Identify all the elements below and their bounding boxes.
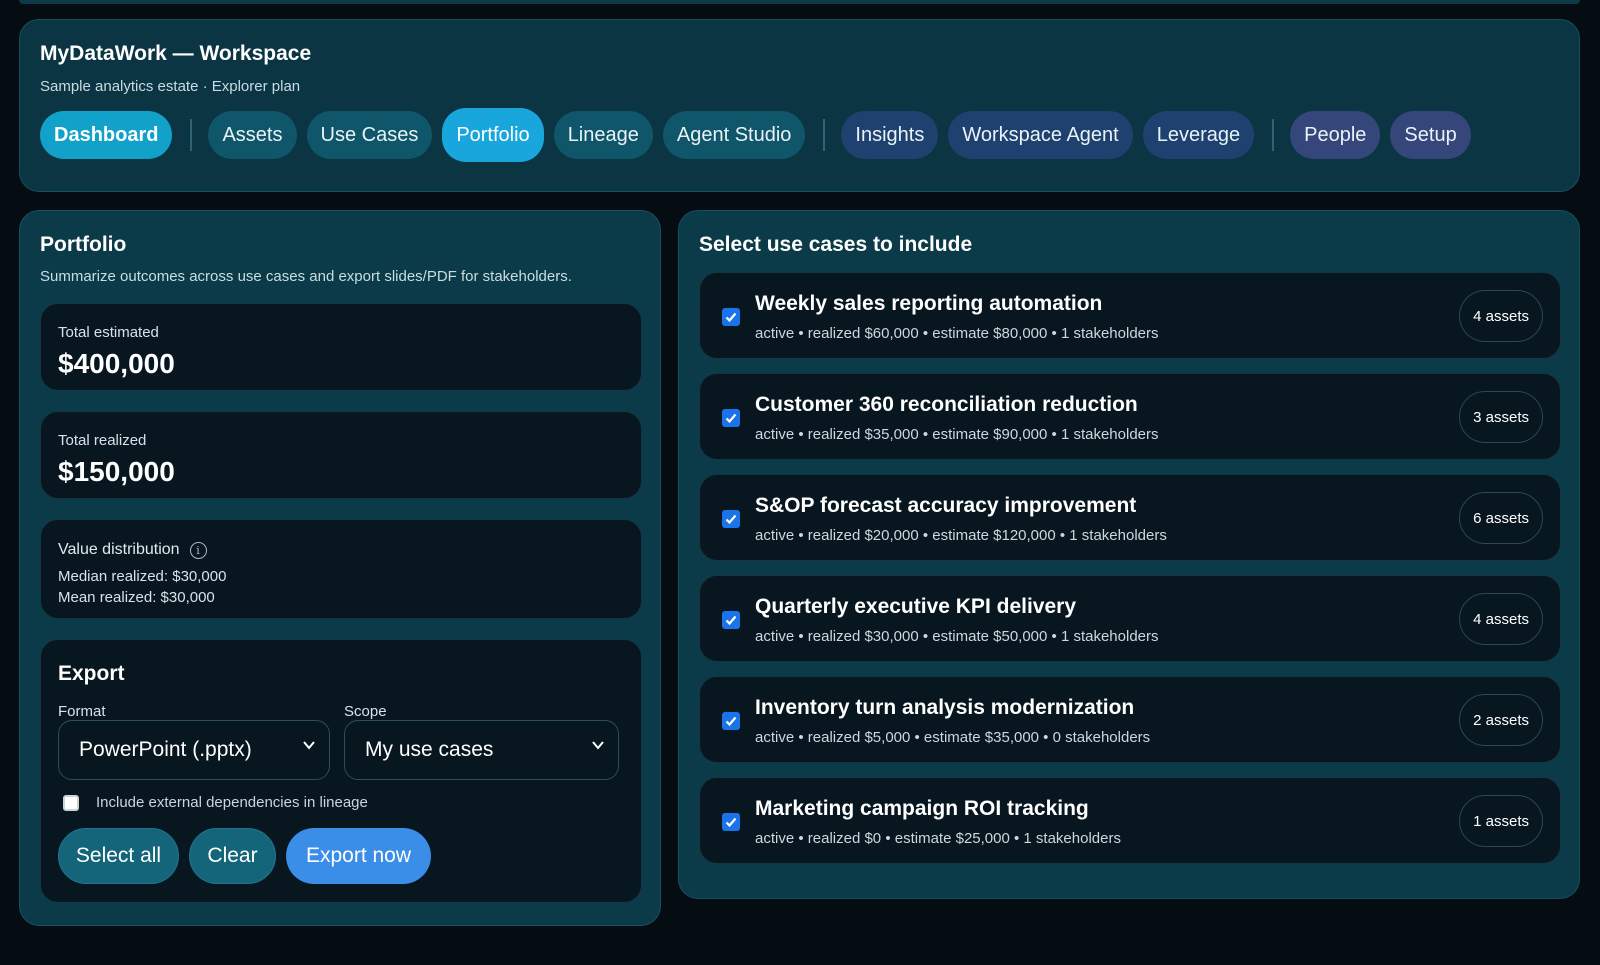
use-case-item[interactable]: Weekly sales reporting automation active … [699,272,1561,359]
use-case-checkbox[interactable] [722,409,740,427]
use-case-checkbox[interactable] [722,611,740,629]
app-title: MyDataWork — Workspace [40,42,312,65]
use-case-meta: active • realized $20,000 • estimate $12… [755,527,1167,544]
total-estimated-value: $400,000 [58,348,175,379]
use-case-item[interactable]: S&OP forecast accuracy improvement active… [699,474,1561,561]
total-realized-value: $150,000 [58,456,175,487]
portfolio-description: Summarize outcomes across use cases and … [40,268,572,285]
use-cases-panel: Select use cases to include Weekly sales… [678,210,1580,899]
checkmark-icon [725,817,737,828]
checkmark-icon [725,716,737,727]
use-case-title: Customer 360 reconciliation reduction [755,393,1138,416]
nav-divider [823,119,826,151]
include-external-checkbox[interactable] [63,794,79,811]
asset-count-badge: 2 assets [1459,694,1543,746]
include-external-label[interactable]: Include external dependencies in lineage [96,794,368,811]
format-select[interactable]: PowerPoint (.pptx) [58,720,330,780]
nav-lineage[interactable]: Lineage [553,111,653,159]
use-cases-title: Select use cases to include [699,233,973,256]
clear-button[interactable]: Clear [189,828,276,884]
asset-count-badge: 4 assets [1459,593,1543,645]
nav-divider [1272,119,1275,151]
use-case-item[interactable]: Inventory turn analysis modernization act… [699,676,1561,763]
value-distribution-card: Value distribution i Median realized: $3… [40,519,642,619]
nav-agent-studio[interactable]: Agent Studio [662,111,806,159]
use-case-checkbox[interactable] [722,510,740,528]
format-select-value: PowerPoint (.pptx) [79,738,252,761]
app-header: MyDataWork — Workspace Sample analytics … [19,19,1580,192]
nav-people[interactable]: People [1290,111,1381,159]
nav-use-cases[interactable]: Use Cases [306,111,433,159]
app-subtitle: Sample analytics estate · Explorer plan [40,78,301,95]
portfolio-title: Portfolio [40,233,127,256]
asset-count-badge: 1 assets [1459,795,1543,847]
nav-dashboard[interactable]: Dashboard [40,111,173,159]
use-case-meta: active • realized $30,000 • estimate $50… [755,628,1159,645]
nav-setup[interactable]: Setup [1390,111,1471,159]
value-distribution-label: Value distribution [58,541,180,558]
nav-workspace-agent[interactable]: Workspace Agent [948,111,1133,159]
total-realized-label: Total realized [58,432,147,449]
nav-assets[interactable]: Assets [208,111,297,159]
use-case-item[interactable]: Marketing campaign ROI tracking active • … [699,777,1561,864]
top-edge-bar [19,0,1580,4]
nav-portfolio[interactable]: Portfolio [442,108,544,162]
use-case-checkbox[interactable] [722,308,740,326]
scope-label: Scope [344,703,387,720]
export-card: Export Format PowerPoint (.pptx) Scope M… [40,639,642,903]
nav-insights[interactable]: Insights [841,111,939,159]
use-case-title: Weekly sales reporting automation [755,292,1103,315]
median-realized: Median realized: $30,000 [58,568,227,585]
include-external-row: Include external dependencies in lineage [63,794,368,811]
mean-realized: Mean realized: $30,000 [58,589,215,606]
asset-count-badge: 6 assets [1459,492,1543,544]
checkmark-icon [725,413,737,424]
nav-leverage[interactable]: Leverage [1142,111,1255,159]
main-nav: Dashboard Assets Use Cases Portfolio Lin… [40,108,1481,162]
use-case-title: Inventory turn analysis modernization [755,696,1135,719]
use-case-meta: active • realized $5,000 • estimate $35,… [755,729,1151,746]
use-case-checkbox[interactable] [722,813,740,831]
nav-divider [190,119,193,151]
asset-count-badge: 3 assets [1459,391,1543,443]
use-case-item[interactable]: Quarterly executive KPI delivery active •… [699,575,1561,662]
portfolio-panel: Portfolio Summarize outcomes across use … [19,210,661,926]
use-case-checkbox[interactable] [722,712,740,730]
scope-select-value: My use cases [365,738,494,761]
chevron-down-icon [592,741,604,750]
export-now-button[interactable]: Export now [286,828,431,884]
format-label: Format [58,703,106,720]
use-case-meta: active • realized $0 • estimate $25,000 … [755,830,1121,847]
use-case-title: Quarterly executive KPI delivery [755,595,1076,618]
use-case-title: S&OP forecast accuracy improvement [755,494,1137,517]
total-estimated-label: Total estimated [58,324,159,341]
info-icon[interactable]: i [189,541,207,559]
total-realized-card: Total realized $150,000 [40,411,642,499]
checkmark-icon [725,615,737,626]
total-estimated-card: Total estimated $400,000 [40,303,642,391]
export-title: Export [58,662,125,685]
use-case-meta: active • realized $35,000 • estimate $90… [755,426,1159,443]
chevron-down-icon [303,741,315,750]
use-case-title: Marketing campaign ROI tracking [755,797,1089,820]
checkmark-icon [725,312,737,323]
use-case-item[interactable]: Customer 360 reconciliation reduction act… [699,373,1561,460]
select-all-button[interactable]: Select all [58,828,179,884]
checkmark-icon [725,514,737,525]
scope-select[interactable]: My use cases [344,720,619,780]
asset-count-badge: 4 assets [1459,290,1543,342]
use-case-meta: active • realized $60,000 • estimate $80… [755,325,1159,342]
